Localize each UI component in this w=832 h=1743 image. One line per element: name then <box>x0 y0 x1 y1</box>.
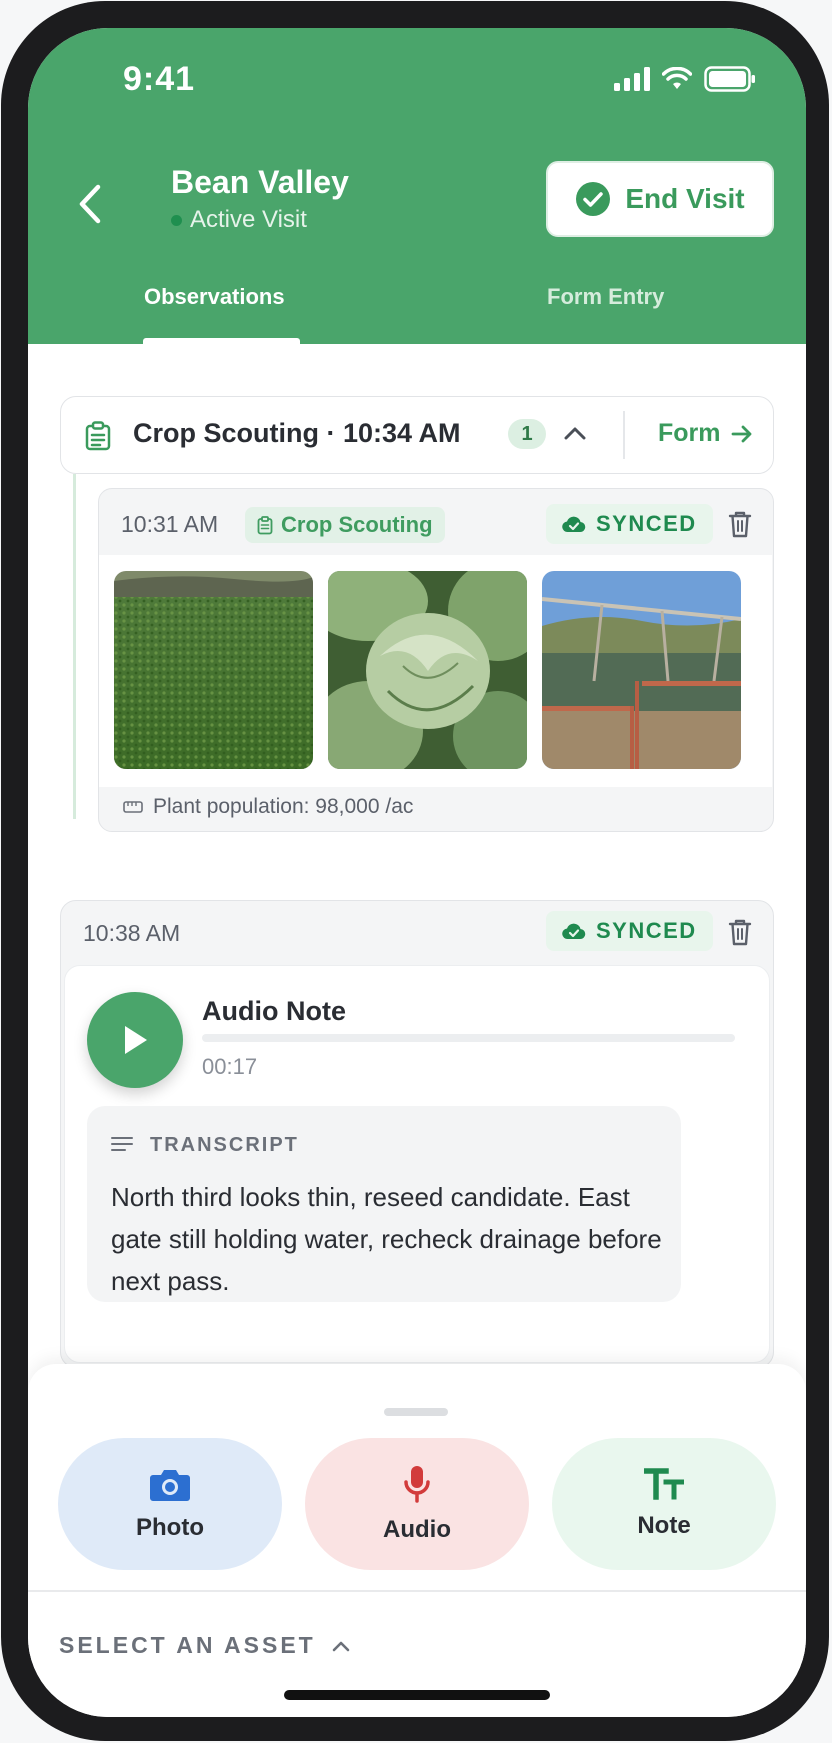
observations-feed: Crop Scouting · 10:34 AM 1 Form 10:31 AM… <box>28 344 806 1368</box>
audio-progress-bar[interactable] <box>202 1034 735 1042</box>
device-background: 9:41 Bean Valley Active Visit End Visit … <box>0 0 832 1743</box>
tab-form-entry[interactable]: Form Entry <box>547 284 664 310</box>
sync-status-badge: SYNCED <box>546 911 713 951</box>
microphone-icon <box>404 1466 430 1503</box>
open-form-label: Form <box>658 419 721 447</box>
trash-icon[interactable] <box>725 509 755 539</box>
text-lines-icon <box>111 1137 133 1151</box>
observation-time: 10:31 AM <box>121 511 219 537</box>
photo-action-label: Photo <box>136 1514 204 1541</box>
end-visit-button[interactable]: End Visit <box>546 161 774 237</box>
play-button[interactable] <box>87 992 183 1088</box>
audio-action-button[interactable]: Audio <box>305 1438 529 1570</box>
sync-status-label: SYNCED <box>596 918 697 943</box>
measurement-text: Plant population: 98,000 /ac <box>153 795 414 818</box>
open-form-link[interactable]: Form <box>658 419 753 448</box>
form-group-header[interactable]: Crop Scouting · 10:34 AM 1 Form <box>60 396 774 474</box>
visit-status-label: Active Visit <box>190 206 307 233</box>
select-asset-label: SELECT AN ASSET <box>59 1632 316 1658</box>
form-tag-label: Crop Scouting <box>281 512 433 537</box>
arrow-right-icon <box>731 425 751 442</box>
sheet-handle[interactable] <box>384 1408 448 1416</box>
page-title: Bean Valley <box>171 164 349 200</box>
photo-action-button[interactable]: Photo <box>58 1438 282 1570</box>
photo-thumbnail-field[interactable] <box>114 571 313 769</box>
capture-sheet: Photo Audio Note SELECT AN ASSET <box>28 1364 806 1717</box>
transcript-box: TRANSCRIPT North third looks thin, resee… <box>87 1106 681 1302</box>
chevron-up-icon[interactable] <box>564 425 586 441</box>
thread-line <box>73 474 76 819</box>
status-icons <box>614 66 756 92</box>
header-divider <box>623 411 625 459</box>
check-circle-icon <box>576 182 611 216</box>
transcript-label: TRANSCRIPT <box>150 1134 299 1156</box>
cloud-check-icon <box>562 923 586 940</box>
note-action-label: Note <box>637 1512 691 1539</box>
observation-time: 10:38 AM <box>83 920 181 946</box>
form-tag: Crop Scouting <box>245 507 445 543</box>
sync-status-label: SYNCED <box>596 511 697 536</box>
wifi-icon <box>662 67 692 89</box>
chevron-up-icon <box>332 1641 350 1651</box>
signal-icon <box>614 67 650 91</box>
text-size-icon <box>644 1468 684 1500</box>
play-icon <box>125 1026 147 1054</box>
sheet-divider <box>28 1590 806 1592</box>
transcript-text: North third looks thin, reseed candidate… <box>111 1182 662 1296</box>
back-button[interactable] <box>62 176 118 232</box>
field-photo <box>114 571 313 769</box>
camera-icon <box>150 1470 190 1501</box>
note-action-button[interactable]: Note <box>552 1438 776 1570</box>
clipboard-icon <box>85 421 111 451</box>
battery-icon <box>704 66 755 92</box>
observation-count-badge: 1 <box>508 419 546 449</box>
measurement-row: Plant population: 98,000 /ac <box>123 795 413 819</box>
cabbage-photo <box>328 571 527 769</box>
photo-strip <box>99 555 772 787</box>
audio-duration: 00:17 <box>202 1054 258 1079</box>
tab-observations[interactable]: Observations <box>144 284 285 310</box>
audio-note: Audio Note 00:17 TRANSCRIPT North third … <box>64 965 770 1363</box>
audio-title: Audio Note <box>202 996 346 1026</box>
phone-frame: 9:41 Bean Valley Active Visit End Visit … <box>1 1 829 1741</box>
visit-status: Active Visit <box>171 206 307 234</box>
photo-thumbnail-irrigation[interactable] <box>542 571 741 769</box>
cloud-check-icon <box>562 516 586 533</box>
photo-observation-card[interactable]: 10:31 AM Crop Scouting SYNCED Plant popu… <box>98 488 774 832</box>
form-group-title: Crop Scouting · 10:34 AM <box>133 418 461 448</box>
active-status-dot <box>171 214 182 226</box>
select-asset-toggle[interactable]: SELECT AN ASSET <box>59 1632 350 1659</box>
audio-action-label: Audio <box>383 1516 451 1543</box>
photo-thumbnail-cabbage[interactable] <box>328 571 527 769</box>
sync-status-badge: SYNCED <box>546 504 713 544</box>
status-time: 9:41 <box>123 60 196 98</box>
irrigation-photo <box>542 571 741 769</box>
ruler-icon <box>123 801 143 813</box>
chevron-left-icon <box>79 184 101 224</box>
end-visit-label: End Visit <box>625 183 745 214</box>
trash-icon[interactable] <box>725 917 755 947</box>
home-indicator <box>284 1690 550 1700</box>
app-screen: 9:41 Bean Valley Active Visit End Visit … <box>28 28 806 1717</box>
clipboard-icon <box>257 515 273 534</box>
app-header: 9:41 Bean Valley Active Visit End Visit … <box>28 28 806 344</box>
audio-observation-card[interactable]: 10:38 AM SYNCED Audio Note 00:17 TRANSCR… <box>60 900 774 1368</box>
